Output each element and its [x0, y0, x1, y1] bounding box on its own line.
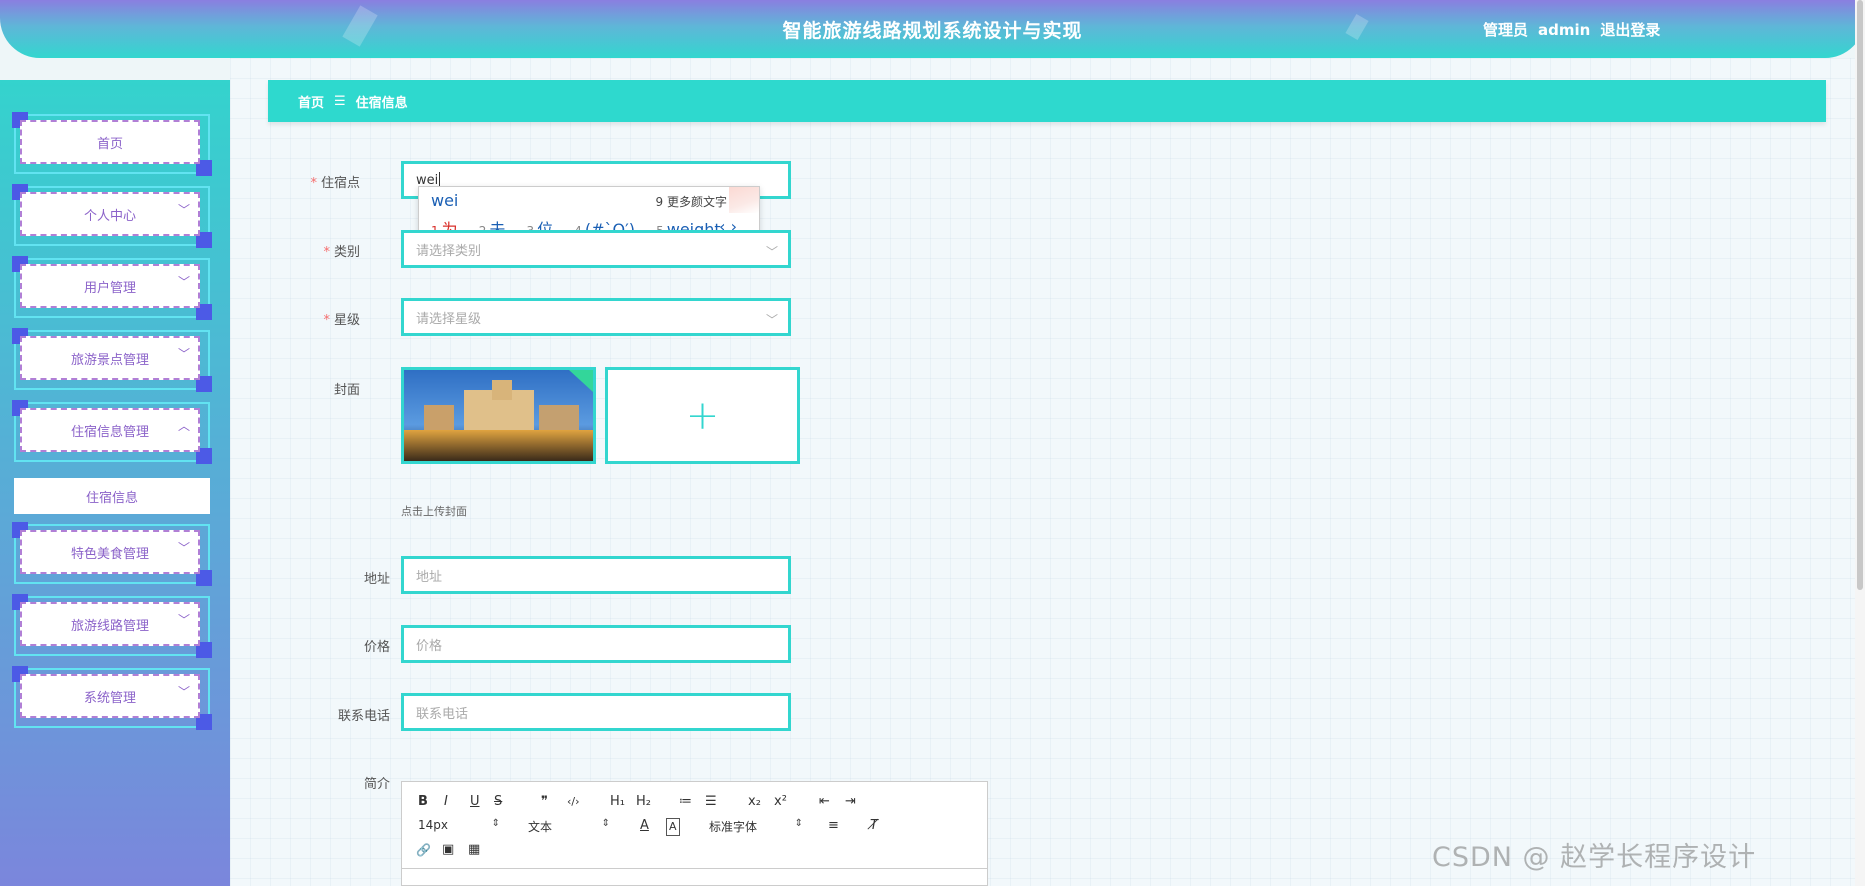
cover-upload-button[interactable]: +	[605, 367, 800, 464]
chevron-down-icon: ﹀	[765, 313, 778, 327]
user-role: 管理员	[1483, 21, 1529, 39]
category-label: * 类别	[323, 245, 360, 260]
logout-link[interactable]: 退出登录	[1600, 21, 1660, 39]
sidebar-item-lodging-management[interactable]: 住宿信息管理 ︿	[12, 400, 212, 464]
sidebar-item-home[interactable]: 首页	[12, 112, 212, 176]
breadcrumb-separator-icon: ☰	[334, 93, 346, 109]
cover-label: 封面	[333, 383, 360, 398]
link-icon[interactable]: 🔗	[416, 842, 431, 858]
breadcrumb-home[interactable]: 首页	[298, 92, 324, 111]
sidebar-item-label: 旅游景点管理	[20, 336, 200, 380]
address-label: 地址	[363, 572, 390, 587]
cover-upload-tip: 点击上传封面	[401, 505, 467, 518]
code-icon[interactable]: ‹/›	[567, 794, 580, 810]
user-info: 管理员 admin 退出登录	[1483, 19, 1670, 40]
star-select[interactable]: 请选择星级 ﹀	[401, 298, 791, 336]
sidebar-item-label: 首页	[20, 120, 200, 164]
sidebar-item-label: 用户管理	[20, 264, 200, 308]
subscript-button[interactable]: x₂	[748, 794, 761, 810]
required-mark: *	[310, 176, 317, 191]
chevron-down-icon: ﹀	[178, 541, 191, 555]
chevron-down-icon: ﹀	[765, 245, 778, 259]
chevron-down-icon: ﹀	[178, 685, 191, 699]
ime-decoration	[729, 187, 759, 213]
intro-label: 简介	[363, 777, 390, 792]
phone-input[interactable]: 联系电话	[401, 693, 791, 731]
chevron-down-icon: ﹀	[178, 613, 191, 627]
price-label: 价格	[363, 640, 390, 655]
price-placeholder: 价格	[416, 638, 443, 654]
price-input[interactable]: 价格	[401, 625, 791, 663]
chevron-down-icon: ﹀	[178, 203, 191, 217]
cover-thumbnail[interactable]	[401, 367, 596, 464]
video-icon[interactable]: ▦	[468, 842, 480, 858]
font-family-select[interactable]: 标准字体 ⇕	[709, 818, 803, 834]
phone-placeholder: 联系电话	[416, 706, 469, 722]
hotel-photo	[404, 370, 593, 461]
rich-text-editor: B I U S ❞ ‹/› H₁ H₂ ≔ ☰ x₂ x² ⇤ ⇥ 14px ⇕ …	[401, 781, 988, 886]
chevron-down-icon: ﹀	[178, 347, 191, 361]
sidebar-item-system-management[interactable]: 系统管理 ﹀	[12, 666, 212, 730]
chevron-down-icon: ﹀	[178, 275, 191, 289]
image-icon[interactable]: ▣	[442, 842, 454, 858]
star-placeholder: 请选择星级	[416, 311, 482, 327]
bold-button[interactable]: B	[418, 794, 428, 810]
updown-icon: ⇕	[491, 818, 500, 829]
phone-label: 联系电话	[337, 709, 390, 724]
category-select[interactable]: 请选择类别 ﹀	[401, 230, 791, 268]
bullet-list-icon[interactable]: ☰	[705, 794, 717, 810]
required-mark: *	[323, 313, 330, 328]
sidebar-item-food-management[interactable]: 特色美食管理 ﹀	[12, 522, 212, 586]
sidebar-item-label: 个人中心	[20, 192, 200, 236]
sidebar-subitem-lodging-info[interactable]: 住宿信息	[14, 478, 210, 514]
sidebar-item-route-management[interactable]: 旅游线路管理 ﹀	[12, 594, 212, 658]
star-label: * 星级	[323, 313, 360, 328]
clear-format-icon[interactable]: T̸	[870, 818, 878, 834]
watermark: CSDN @ 赵学长程序设计	[1432, 842, 1757, 873]
strike-button[interactable]: S	[494, 794, 502, 810]
align-icon[interactable]: ≡	[828, 818, 839, 834]
sidebar-item-scenic-management[interactable]: 旅游景点管理 ﹀	[12, 328, 212, 392]
background-color-icon[interactable]: A	[666, 818, 680, 836]
breadcrumb-current: 住宿信息	[355, 95, 408, 111]
sidebar-item-personal-center[interactable]: 个人中心 ﹀	[12, 184, 212, 248]
editor-toolbar: B I U S ❞ ‹/› H₁ H₂ ≔ ☰ x₂ x² ⇤ ⇥ 14px ⇕ …	[414, 792, 974, 867]
ime-composition: wei	[431, 191, 459, 210]
address-input[interactable]: 地址	[401, 556, 791, 594]
breadcrumb: 首页 ☰ 住宿信息	[268, 80, 1826, 122]
sidebar-item-label: 系统管理	[20, 674, 200, 718]
font-size-select[interactable]: 14px ⇕	[418, 818, 500, 834]
underline-button[interactable]: U	[470, 794, 480, 810]
scrollbar-thumb[interactable]	[1857, 0, 1863, 590]
italic-button[interactable]: I	[444, 794, 448, 810]
required-mark: *	[323, 245, 330, 260]
top-header: 智能旅游线路规划系统设计与实现 管理员 admin 退出登录	[0, 0, 1865, 58]
ordered-list-icon[interactable]: ≔	[679, 794, 692, 810]
sidebar-item-user-management[interactable]: 用户管理 ﹀	[12, 256, 212, 320]
quote-icon[interactable]: ❞	[541, 794, 548, 810]
category-placeholder: 请选择类别	[416, 243, 482, 259]
username: admin	[1538, 21, 1591, 39]
h1-button[interactable]: H₁	[610, 794, 625, 810]
updown-icon: ⇕	[794, 818, 803, 829]
superscript-button[interactable]: x²	[774, 794, 787, 810]
chevron-up-icon: ︿	[178, 419, 191, 433]
editor-content-divider	[402, 868, 987, 869]
font-color-icon[interactable]: A	[640, 818, 649, 834]
plus-icon: +	[685, 392, 720, 439]
address-placeholder: 地址	[416, 569, 443, 585]
lodging-label: * 住宿点	[310, 176, 360, 191]
ime-more-emoticons[interactable]: 9 更多颜文字	[656, 193, 727, 210]
sidebar-item-label: 特色美食管理	[20, 530, 200, 574]
outdent-icon[interactable]: ⇤	[819, 794, 830, 810]
text-format-select[interactable]: 文本 ⇕	[528, 818, 610, 834]
sidebar-item-label: 住宿信息管理	[20, 408, 200, 452]
page-scrollbar[interactable]	[1855, 0, 1865, 886]
indent-icon[interactable]: ⇥	[845, 794, 856, 810]
sidebar-item-label: 旅游线路管理	[20, 602, 200, 646]
sidebar: 首页 个人中心 ﹀ 用户管理 ﹀ 旅游景点管理 ﹀ 住宿信息管理 ︿ 住宿信息 …	[0, 80, 230, 886]
updown-icon: ⇕	[601, 818, 610, 829]
h2-button[interactable]: H₂	[636, 794, 651, 810]
